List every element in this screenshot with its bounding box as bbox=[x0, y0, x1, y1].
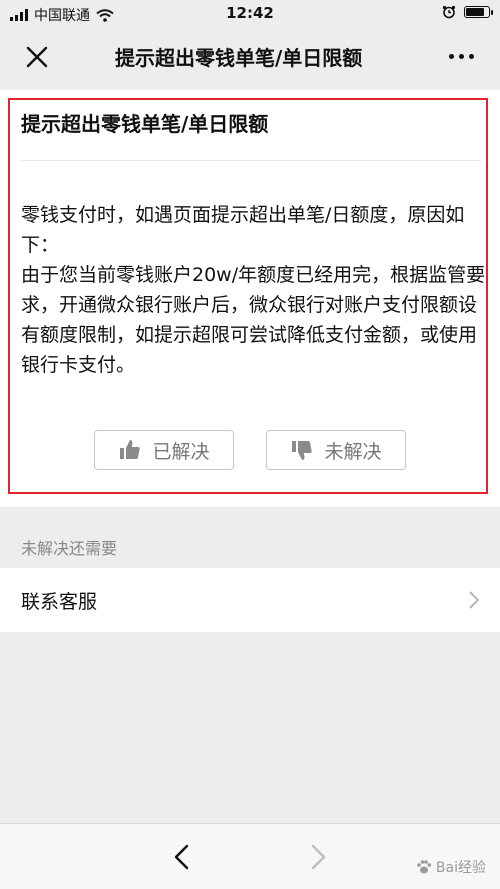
status-bar: 中国联通 12:42 bbox=[0, 0, 500, 28]
unsolved-label: 未解决 bbox=[324, 440, 382, 463]
contact-support-label: 联系客服 bbox=[21, 591, 98, 613]
unsolved-button[interactable]: 未解决 bbox=[266, 430, 406, 470]
solved-label: 已解决 bbox=[152, 440, 210, 463]
thumbs-down-icon bbox=[292, 441, 313, 460]
nav-title: 提示超出零钱单笔/单日限额 bbox=[115, 46, 363, 70]
solved-button[interactable]: 已解决 bbox=[94, 430, 234, 470]
forward-arrow-icon[interactable] bbox=[308, 844, 328, 870]
status-right bbox=[442, 5, 493, 19]
more-icon[interactable] bbox=[449, 54, 474, 59]
back-arrow-icon[interactable] bbox=[172, 844, 192, 870]
alarm-icon bbox=[442, 5, 456, 19]
watermark-text: Bai经验 bbox=[435, 860, 486, 876]
article-body: 零钱支付时，如遇页面提示超出单笔/日额度，原因如下： 由于您当前零钱账户20w/… bbox=[21, 200, 487, 380]
status-time: 12:42 bbox=[226, 4, 274, 22]
bottom-toolbar: Bai经验 bbox=[0, 823, 500, 889]
nav-bar: 提示超出零钱单笔/单日限额 bbox=[0, 28, 500, 84]
article-paragraph-2: 由于您当前零钱账户20w/年额度已经用完，根据监管要求，开通微众银行账户后，微众… bbox=[21, 264, 486, 376]
article-title: 提示超出零钱单笔/单日限额 bbox=[21, 112, 269, 136]
close-icon[interactable] bbox=[22, 42, 52, 72]
section-label: 未解决还需要 bbox=[21, 539, 118, 558]
paw-icon bbox=[417, 860, 432, 874]
chevron-right-icon bbox=[469, 591, 480, 609]
watermark: Bai经验 bbox=[415, 857, 486, 877]
thumbs-up-icon bbox=[120, 440, 141, 459]
contact-support-row[interactable]: 联系客服 bbox=[0, 568, 500, 632]
battery-icon bbox=[464, 6, 493, 18]
title-divider bbox=[21, 160, 481, 161]
article-paragraph-1: 零钱支付时，如遇页面提示超出单笔/日额度，原因如下： bbox=[21, 204, 465, 256]
